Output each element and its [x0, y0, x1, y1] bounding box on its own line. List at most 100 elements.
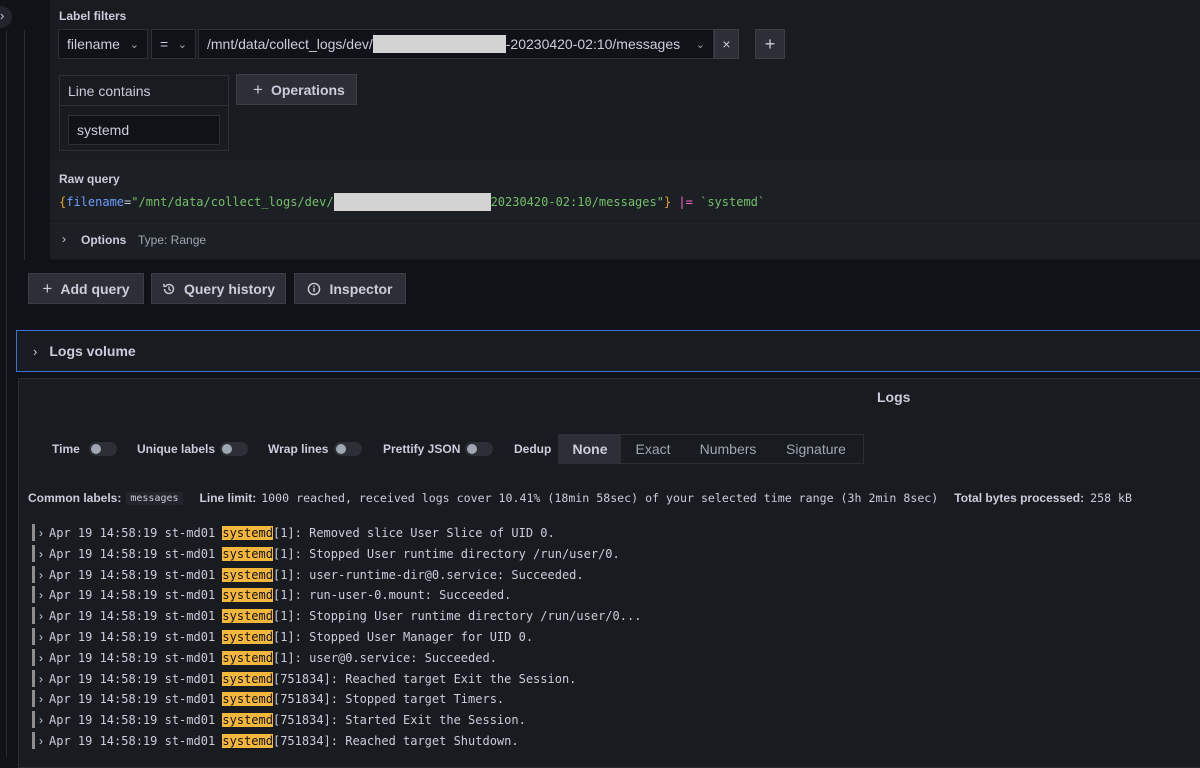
time-toggle[interactable] [89, 442, 117, 456]
query-filter: `systemd` [700, 195, 766, 209]
logs-panel-title: Logs [877, 389, 911, 405]
log-row[interactable]: › Apr 19 14:58:19 st-md01 systemd [751834]… [32, 688, 504, 709]
log-level-bar [32, 607, 35, 624]
options-row[interactable] [50, 222, 1200, 258]
log-row[interactable]: › Apr 19 14:58:19 st-md01 systemd [1]: Sto… [32, 626, 533, 647]
operator-value: = [160, 36, 169, 52]
log-prefix: Apr 19 14:58:19 st-md01 [49, 650, 223, 665]
bytes-processed-value: 258 kB [1090, 491, 1132, 505]
add-query-button[interactable]: + Add query [28, 273, 144, 304]
chevron-right-icon[interactable]: › [39, 672, 43, 686]
inspector-button[interactable]: Inspector [294, 273, 406, 304]
query-history-button[interactable]: Query history [151, 273, 286, 304]
log-prefix: Apr 19 14:58:19 st-md01 [49, 608, 223, 623]
inspector-label: Inspector [329, 280, 393, 297]
operations-button[interactable]: + Operations [236, 74, 357, 105]
log-row[interactable]: › Apr 19 14:58:19 st-md01 systemd [1]: Rem… [32, 522, 555, 543]
logs-volume-panel[interactable]: › Logs volume [16, 330, 1200, 372]
log-row[interactable]: › Apr 19 14:58:19 st-md01 systemd [1]: run… [32, 584, 511, 605]
dedup-option-numbers[interactable]: Numbers [685, 435, 771, 463]
raw-query-section [50, 160, 1200, 220]
raw-query-title: Raw query [59, 172, 120, 186]
log-row[interactable]: › Apr 19 14:58:19 st-md01 systemd [751834]… [32, 709, 526, 730]
remove-filter-button[interactable]: × [714, 29, 739, 59]
bytes-processed-label: Total bytes processed: [954, 491, 1085, 505]
log-message: [751834]: Started Exit the Session. [272, 712, 526, 727]
dedup-option-none[interactable]: None [559, 435, 621, 463]
log-prefix: Apr 19 14:58:19 st-md01 [49, 733, 223, 748]
divider [24, 30, 25, 260]
line-contains-title: Line contains [60, 76, 228, 106]
sidebar-toggle-button[interactable]: › [0, 6, 12, 28]
query-brace-close: } [663, 195, 672, 209]
chevron-right-icon[interactable]: › [39, 568, 43, 582]
label-key-value: filename [67, 36, 120, 52]
log-row[interactable]: › Apr 19 14:58:19 st-md01 systemd [751834]… [32, 668, 576, 689]
wrap-lines-toggle[interactable] [334, 442, 362, 456]
log-row[interactable]: › Apr 19 14:58:19 st-md01 systemd [1]: use… [32, 647, 497, 668]
log-keyword-highlight: systemd [222, 650, 273, 665]
log-message: [1]: user@0.service: Succeeded. [272, 650, 497, 665]
dedup-label: Dedup [514, 442, 552, 456]
log-row[interactable]: › Apr 19 14:58:19 st-md01 systemd [1]: Sto… [32, 605, 641, 626]
line-contains-operation: Line contains systemd [59, 75, 229, 151]
redacted-block [333, 193, 491, 211]
log-level-bar [32, 670, 35, 687]
history-icon [163, 283, 175, 294]
close-icon: × [722, 36, 731, 52]
log-prefix: Apr 19 14:58:19 st-md01 [49, 587, 223, 602]
log-message: [751834]: Reached target Exit the Sessio… [272, 671, 577, 686]
log-row[interactable]: › Apr 19 14:58:19 st-md01 systemd [1]: Sto… [32, 543, 620, 564]
common-label-badge: messages [126, 491, 183, 505]
log-message: [1]: Removed slice User Slice of UID 0. [272, 525, 555, 540]
log-message: [1]: user-runtime-dir@0.service: Succeed… [272, 567, 584, 582]
log-keyword-highlight: systemd [222, 691, 273, 706]
add-filter-button[interactable]: + [755, 29, 785, 59]
raw-query-text: {filename = "/mnt/data/collect_logs/dev/20… [59, 193, 765, 211]
label-filters-title: Label filters [59, 9, 127, 23]
dedup-option-exact[interactable]: Exact [621, 435, 685, 463]
unique-labels-toggle[interactable] [220, 442, 248, 456]
divider [6, 30, 7, 757]
log-prefix: Apr 19 14:58:19 st-md01 [49, 691, 223, 706]
log-prefix: Apr 19 14:58:19 st-md01 [49, 671, 223, 686]
log-level-bar [32, 586, 35, 603]
log-level-bar [32, 732, 35, 749]
chevron-right-icon: › [33, 343, 38, 359]
log-message: [751834]: Stopped target Timers. [272, 691, 505, 706]
log-prefix: Apr 19 14:58:19 st-md01 [49, 629, 223, 644]
log-row[interactable]: › Apr 19 14:58:19 st-md01 systemd [1]: use… [32, 564, 584, 585]
chevron-down-icon: ⌄ [129, 38, 139, 51]
chevron-right-icon[interactable]: › [39, 713, 43, 727]
log-prefix: Apr 19 14:58:19 st-md01 [49, 525, 223, 540]
chevron-down-icon: ⌄ [177, 38, 187, 51]
chevron-right-icon[interactable]: › [39, 630, 43, 644]
label-value-prefix: /mnt/data/collect_logs/dev/ [207, 36, 373, 52]
log-level-bar [32, 566, 35, 583]
options-label[interactable]: Options [81, 233, 126, 247]
chevron-right-icon: › [62, 232, 66, 246]
log-row[interactable]: › Apr 19 14:58:19 st-md01 systemd [751834]… [32, 730, 519, 751]
line-limit-label: Line limit: [199, 491, 257, 505]
chevron-right-icon[interactable]: › [39, 651, 43, 665]
line-contains-input[interactable]: systemd [68, 115, 220, 145]
chevron-right-icon[interactable]: › [39, 588, 43, 602]
chevron-right-icon[interactable]: › [39, 547, 43, 561]
label-key-select[interactable]: filename ⌄ [58, 29, 148, 59]
prettify-json-toggle[interactable] [465, 442, 493, 456]
chevron-right-icon[interactable]: › [39, 609, 43, 623]
log-level-bar [32, 524, 35, 541]
query-key: filename [66, 195, 125, 209]
chevron-right-icon[interactable]: › [39, 692, 43, 706]
plus-icon: + [42, 278, 53, 298]
log-prefix: Apr 19 14:58:19 st-md01 [49, 546, 223, 561]
chevron-right-icon[interactable]: › [39, 526, 43, 540]
label-value-select[interactable]: /mnt/data/collect_logs/dev/ -20230420-02… [198, 29, 714, 59]
operator-select[interactable]: = ⌄ [151, 29, 196, 59]
chevron-right-icon[interactable]: › [39, 734, 43, 748]
dedup-option-signature[interactable]: Signature [771, 435, 861, 463]
logs-volume-label: Logs volume [49, 343, 136, 359]
label-value-suffix: -20230420-02:10/messages [505, 36, 681, 52]
plus-icon: + [253, 79, 263, 99]
query-history-label: Query history [183, 280, 276, 297]
